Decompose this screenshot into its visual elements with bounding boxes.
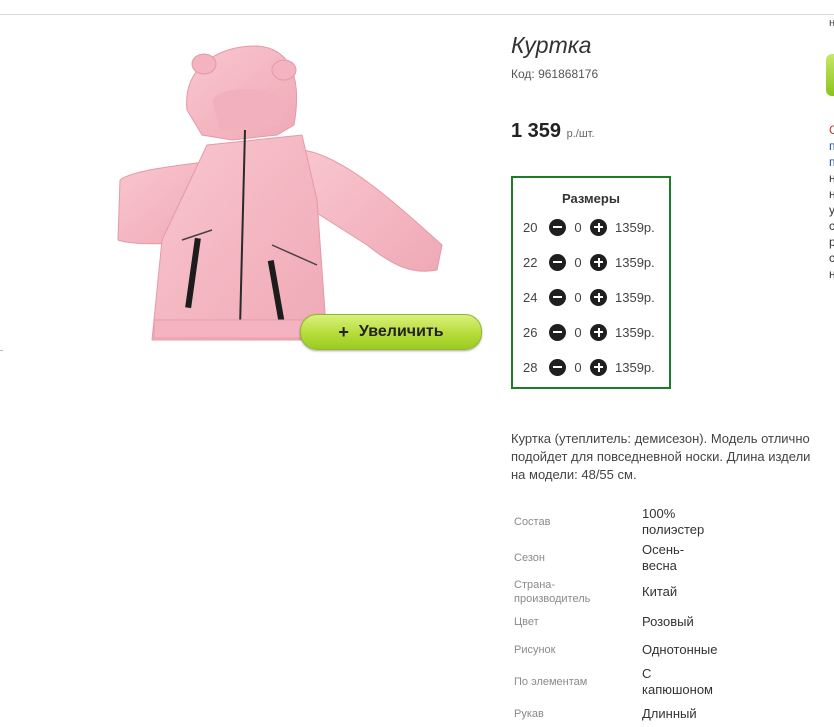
spec-value-line: Однотонные — [642, 642, 718, 657]
top-divider — [0, 14, 834, 15]
zoom-button[interactable]: + Увеличить — [300, 314, 482, 350]
fragment: р — [829, 235, 834, 249]
spec-label: Сезон — [514, 552, 545, 564]
fragment: н — [829, 187, 834, 201]
minus-icon[interactable] — [549, 323, 566, 341]
fragment: С — [829, 123, 834, 137]
product-code: Код: 961868176 — [511, 67, 599, 81]
spec-label: Состав — [514, 516, 551, 528]
product-image[interactable] — [112, 40, 452, 350]
size-price: 1359р. — [615, 359, 655, 375]
fragment: н — [829, 267, 834, 281]
product-description: Куртка (утеплитель: демисезон). Модель о… — [511, 430, 834, 484]
spec-label: Рукав — [514, 708, 544, 720]
description-line: на модели: 48/55 см. — [511, 467, 637, 482]
size-price: 1359р. — [615, 219, 655, 235]
spec-value-line: Длинный — [642, 706, 697, 721]
quantity-value[interactable]: 0 — [566, 255, 590, 270]
zoom-button-label: Увеличить — [358, 323, 444, 340]
spec-label: По элементам — [514, 676, 588, 688]
spec-value: Длинный — [642, 706, 697, 722]
quantity-value[interactable]: 0 — [566, 290, 590, 305]
sizes-panel: Размеры 20 0 1359р. 22 0 1359р. 24 0 135… — [511, 176, 671, 389]
size-row: 24 0 1359р. — [523, 287, 655, 307]
description-line: подойдет для повседневной носки. Длина и… — [511, 449, 811, 464]
size-price: 1359р. — [615, 289, 655, 305]
fragment: у — [829, 203, 834, 217]
minus-icon[interactable] — [549, 253, 566, 271]
fragment: с — [829, 251, 834, 265]
spec-value-line: Китай — [642, 584, 678, 599]
spec-label: Рисунок — [514, 644, 556, 656]
size-label: 22 — [523, 254, 538, 270]
spec-value: Китай — [642, 584, 677, 600]
product-price: 1 359 р./шт. — [511, 120, 595, 143]
side-cart-tab[interactable] — [826, 54, 834, 96]
plus-icon[interactable] — [590, 218, 607, 236]
size-row: 20 0 1359р. — [523, 217, 655, 237]
description-line: Куртка (утеплитель: демисезон). Модель о… — [511, 431, 810, 446]
fragment[interactable]: п — [829, 138, 834, 154]
right-edge-fragment-top: н — [829, 17, 834, 29]
product-title: Куртка — [511, 32, 592, 58]
plus-icon: + — [338, 321, 349, 342]
fragment: н — [829, 171, 834, 185]
spec-value: С капюшоном — [642, 666, 713, 698]
size-row: 22 0 1359р. — [523, 252, 655, 272]
size-row: 28 0 1359р. — [523, 357, 655, 377]
plus-icon[interactable] — [590, 253, 607, 271]
fragment[interactable]: п — [829, 154, 834, 170]
spec-label: Цвет — [514, 616, 539, 628]
size-row: 26 0 1359р. — [523, 322, 655, 342]
minus-icon[interactable] — [549, 218, 566, 236]
size-label: 20 — [523, 219, 538, 235]
spec-value-line: Осень- — [642, 542, 685, 557]
size-label: 26 — [523, 324, 538, 340]
size-price: 1359р. — [615, 254, 655, 270]
spec-value-line: полиэстер — [642, 522, 705, 537]
spec-value: Однотонные — [642, 642, 718, 658]
spec-value: Розовый — [642, 614, 694, 630]
spec-value-line: капюшоном — [642, 682, 713, 697]
spec-value-line: 100% — [642, 506, 676, 521]
size-price: 1359р. — [615, 324, 655, 340]
spec-value-line: весна — [642, 558, 677, 573]
plus-icon[interactable] — [590, 358, 607, 376]
spec-value-line: С — [642, 666, 652, 681]
spec-label: Страна- производитель — [514, 578, 590, 606]
size-label: 24 — [523, 289, 538, 305]
spec-label-line: производитель — [514, 593, 591, 605]
divider-mark — [0, 350, 3, 351]
spec-label-line: Страна- — [514, 579, 556, 591]
right-edge-fragments: С п п н н у с р с н — [829, 122, 834, 282]
quantity-value[interactable]: 0 — [566, 325, 590, 340]
minus-icon[interactable] — [549, 288, 566, 306]
spec-value: Осень- весна — [642, 542, 684, 574]
spec-value: 100% полиэстер — [642, 506, 704, 538]
spec-value-line: Розовый — [642, 614, 694, 629]
plus-icon[interactable] — [590, 323, 607, 341]
plus-icon[interactable] — [590, 288, 607, 306]
minus-icon[interactable] — [549, 358, 566, 376]
sizes-heading: Размеры — [562, 191, 620, 206]
price-unit: р./шт. — [566, 128, 595, 140]
quantity-value[interactable]: 0 — [566, 220, 590, 235]
price-value: 1 359 — [511, 120, 562, 142]
fragment: с — [829, 219, 834, 233]
size-label: 28 — [523, 359, 538, 375]
quantity-value[interactable]: 0 — [566, 360, 590, 375]
